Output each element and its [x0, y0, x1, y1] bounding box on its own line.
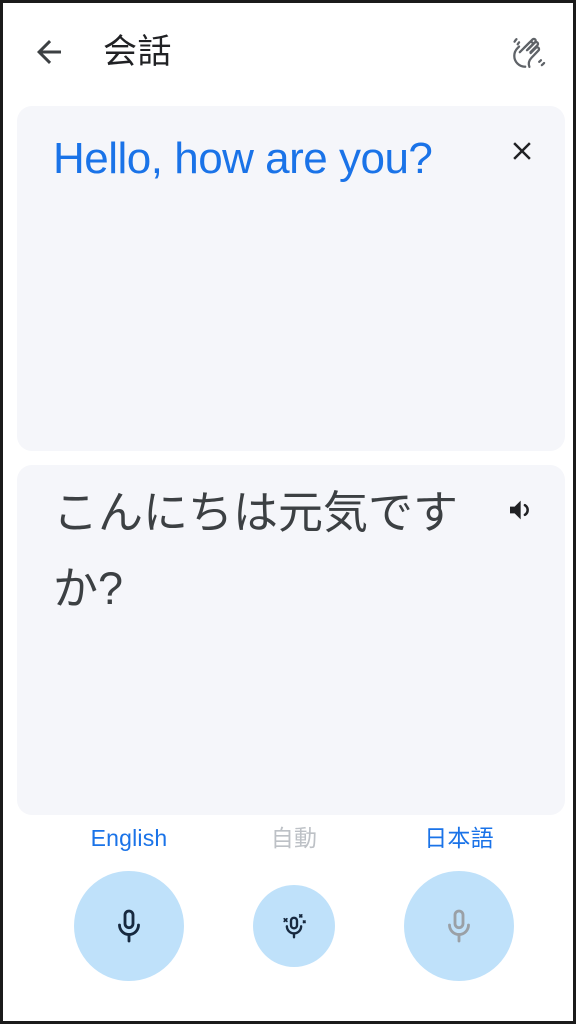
mic-label-source[interactable]: English	[91, 824, 168, 852]
microphone-icon	[448, 909, 470, 943]
mic-button-target[interactable]	[404, 871, 514, 981]
microphone-auto-detect-icon	[283, 914, 306, 939]
app-bar: 会話	[3, 3, 573, 100]
app-screen: 会話 Hello, how are you? こんにちは元気ですか? Engli…	[0, 0, 576, 1024]
mic-button-auto-group: 自動	[216, 824, 372, 967]
source-text: Hello, how are you?	[53, 134, 433, 183]
target-text-card[interactable]: こんにちは元気ですか?	[17, 465, 565, 815]
speaker-button[interactable]	[495, 483, 549, 537]
mic-button-source[interactable]	[74, 871, 184, 981]
volume-up-icon	[510, 500, 529, 520]
close-button[interactable]	[495, 124, 549, 178]
mic-button-target-group: 日本語	[368, 824, 550, 981]
waving-hand-button[interactable]	[501, 25, 555, 79]
mic-bar: English 自動 日本語	[6, 818, 573, 1018]
back-button[interactable]	[23, 26, 75, 78]
close-icon	[513, 142, 531, 160]
target-text: こんにちは元気ですか?	[53, 487, 459, 614]
arrow-back-icon	[37, 39, 61, 64]
waving-hand-icon	[513, 37, 546, 68]
microphone-icon	[118, 909, 140, 943]
mic-label-auto[interactable]: 自動	[271, 824, 317, 852]
page-title: 会話	[103, 32, 172, 71]
mic-label-target[interactable]: 日本語	[424, 824, 494, 852]
mic-button-source-group: English	[38, 824, 220, 981]
mic-button-auto[interactable]	[253, 885, 335, 967]
source-text-card[interactable]: Hello, how are you?	[17, 106, 565, 451]
